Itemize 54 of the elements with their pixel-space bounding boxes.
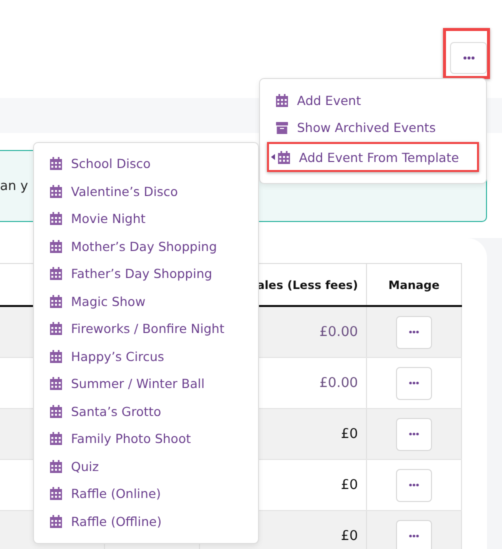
calendar-icon (50, 350, 62, 363)
archive-icon (276, 122, 288, 134)
more-icon (409, 330, 419, 334)
calendar-icon (50, 460, 62, 473)
more-icon (462, 56, 474, 60)
alert-text: an y (0, 178, 28, 194)
menu-item[interactable]: Magic Show (34, 288, 258, 315)
calendar-icon (276, 94, 288, 107)
more-button[interactable] (450, 42, 487, 74)
calendar-icon (50, 514, 62, 528)
menu-item[interactable]: Happy’s Circus (34, 342, 258, 370)
menu-item[interactable]: Add Event From Template (267, 142, 479, 172)
menu-item[interactable]: Raffle (Online) (34, 480, 258, 508)
calendar-icon (50, 212, 62, 226)
menu-item[interactable]: Show Archived Events (260, 114, 486, 141)
menu-item[interactable]: Mother’s Day Shopping (34, 232, 258, 260)
calendar-icon (50, 377, 62, 390)
menu-item[interactable]: Valentine’s Disco (34, 178, 258, 205)
calendar-icon (50, 267, 62, 280)
caret-icon (271, 154, 275, 160)
menu-item[interactable]: Movie Night (34, 205, 258, 232)
calendar-icon (50, 322, 62, 336)
calendar-icon (50, 432, 62, 446)
calendar-icon (278, 150, 290, 164)
manage-button[interactable] (396, 520, 432, 549)
calendar-icon (50, 294, 62, 308)
sales-amount: £0 (340, 477, 358, 493)
calendar-icon (50, 184, 62, 198)
sales-amount: £0 (340, 426, 358, 442)
manage-button[interactable] (396, 468, 432, 502)
menu-item[interactable]: Raffle (Offline) (34, 508, 258, 535)
menu-item[interactable]: Add Event (260, 87, 486, 114)
more-icon (409, 534, 419, 538)
manage-button[interactable] (396, 366, 432, 400)
calendar-icon (50, 487, 62, 500)
menu-item[interactable]: Father’s Day Shopping (34, 260, 258, 288)
calendar-icon (50, 240, 62, 253)
sales-amount: £0.00 (319, 324, 358, 340)
calendar-icon (50, 404, 62, 418)
manage-button[interactable] (396, 418, 432, 450)
more-icon (409, 483, 419, 487)
more-icon (409, 381, 419, 385)
menu-item[interactable]: School Disco (34, 150, 258, 178)
menu-item[interactable]: Summer / Winter Ball (34, 370, 258, 398)
menu-item[interactable]: Quiz (34, 452, 258, 480)
sales-amount: £0 (340, 528, 358, 544)
more-icon (409, 432, 419, 436)
calendar-icon (50, 157, 62, 170)
column-header: Manage (388, 278, 440, 292)
menu-item[interactable]: Fireworks / Bonfire Night (34, 315, 258, 342)
menu-item[interactable]: Santa’s Grotto (34, 398, 258, 425)
manage-button[interactable] (396, 316, 432, 348)
menu-item[interactable]: Family Photo Shoot (34, 425, 258, 452)
sales-amount: £0.00 (319, 375, 358, 391)
